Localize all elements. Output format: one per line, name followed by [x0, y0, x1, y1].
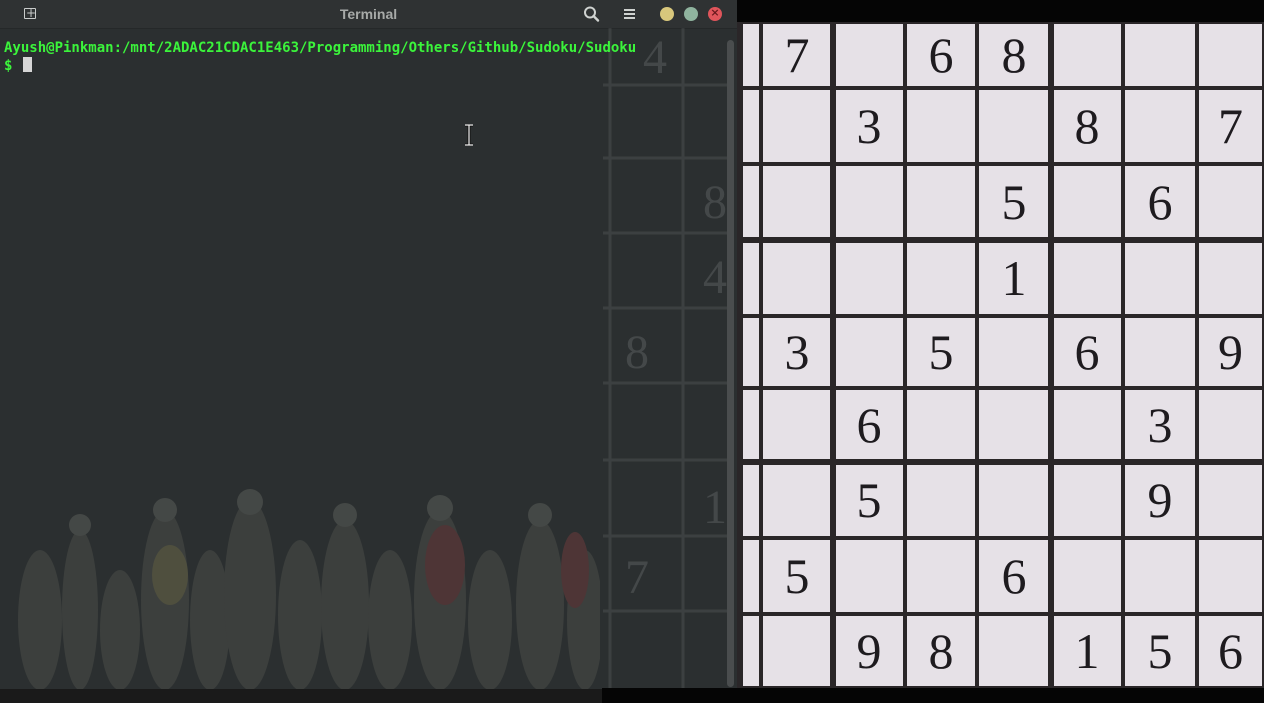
grid-line — [830, 22, 836, 688]
sudoku-digit: 8 — [1075, 98, 1100, 154]
grid-line — [737, 86, 1264, 90]
grid-line — [903, 22, 907, 688]
scrollbar[interactable] — [727, 40, 734, 687]
grid-line — [737, 22, 1264, 24]
sudoku-digit: 8 — [929, 623, 954, 679]
hamburger-menu-icon[interactable] — [621, 5, 639, 23]
sudoku-digit: 7 — [1218, 98, 1243, 154]
photo-top-border — [737, 0, 1264, 22]
title-bar[interactable]: + Terminal × — [0, 0, 737, 29]
sudoku-digit: 1 — [1002, 250, 1027, 306]
sudoku-digit: 6 — [1218, 623, 1243, 679]
close-icon: × — [710, 6, 720, 19]
bg-digit: 8 — [625, 326, 649, 379]
close-button[interactable]: × — [708, 6, 722, 21]
prompt-symbol: $ — [4, 58, 13, 74]
grid-line — [975, 22, 979, 688]
sudoku-digit: 5 — [929, 324, 954, 380]
prompt-path: Ayush@Pinkman:/mnt/2ADAC21CDAC1E463/Prog… — [4, 40, 637, 56]
sudoku-digit: 1 — [1075, 623, 1100, 679]
bottom-desktop-strip — [0, 689, 602, 703]
sudoku-digit: 9 — [1218, 324, 1243, 380]
wallpaper-crowd-art — [0, 470, 603, 690]
sudoku-digit: 6 — [929, 27, 954, 83]
grid-line — [737, 459, 1264, 465]
grid-line — [759, 22, 763, 688]
terminal-window[interactable]: + Terminal × 4 8 4 8 1 7 Ayush@Pinkman:/… — [0, 0, 738, 690]
text-cursor — [22, 57, 32, 72]
sudoku-digit: 5 — [1002, 174, 1027, 230]
sudoku-digit: 9 — [1148, 472, 1173, 528]
sudoku-digit: 5 — [857, 472, 882, 528]
grid-line — [737, 314, 1264, 318]
maximize-button[interactable] — [684, 7, 698, 21]
sudoku-digit: 6 — [1002, 548, 1027, 604]
grid-line — [737, 22, 743, 688]
sudoku-digit: 6 — [1148, 174, 1173, 230]
sudoku-photo: 768387561356963595698156 — [737, 22, 1264, 688]
sudoku-digit: 8 — [1002, 27, 1027, 83]
sudoku-digit: 3 — [1148, 397, 1173, 453]
sudoku-digit: 6 — [857, 397, 882, 453]
sudoku-digit: 5 — [1148, 623, 1173, 679]
sudoku-digit: 9 — [857, 623, 882, 679]
grid-line — [1195, 22, 1199, 688]
sudoku-digit: 5 — [785, 548, 810, 604]
grid-line — [1048, 22, 1054, 688]
bg-digit: 8 — [703, 176, 727, 229]
grid-line — [737, 386, 1264, 390]
bg-digit: 1 — [703, 481, 727, 534]
search-icon[interactable] — [582, 5, 602, 23]
bottom-black-strip — [602, 688, 1264, 703]
sudoku-grid: 7 6 83 8 75 613 5 6 96 35 95 69 8 1 5 6 — [737, 22, 1264, 688]
terminal-output[interactable]: Ayush@Pinkman:/mnt/2ADAC21CDAC1E463/Prog… — [4, 39, 723, 75]
sudoku-digit: 3 — [785, 324, 810, 380]
bg-digit: 4 — [703, 251, 727, 304]
minimize-button[interactable] — [660, 7, 674, 21]
sudoku-digit: 6 — [1075, 324, 1100, 380]
sudoku-digit: 7 — [785, 27, 810, 83]
mouse-ibeam-cursor-icon — [464, 123, 474, 147]
grid-line — [737, 162, 1264, 166]
background-sudoku-reflection: 4 8 4 8 1 7 — [603, 28, 727, 688]
grid-line — [737, 237, 1264, 243]
grid-line — [1121, 22, 1125, 688]
grid-line — [737, 536, 1264, 540]
sudoku-digit: 3 — [857, 98, 882, 154]
grid-line — [737, 612, 1264, 616]
bg-digit: 7 — [625, 551, 649, 604]
prompt-line[interactable]: $ — [4, 57, 723, 75]
